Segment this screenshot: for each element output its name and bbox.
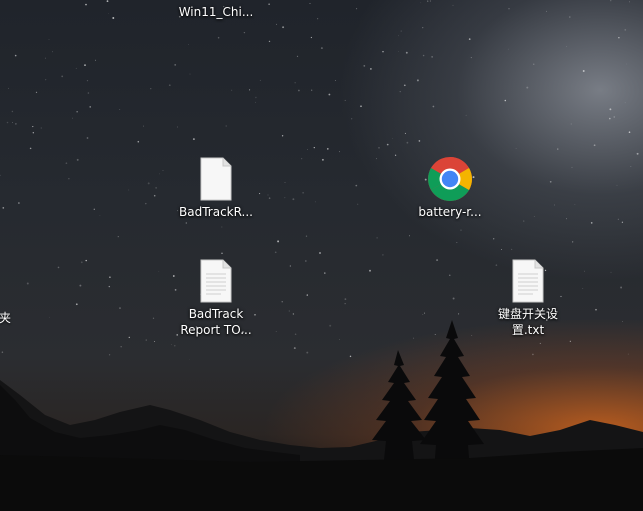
desktop-icon-label: 键盘开关设 置.txt xyxy=(497,307,558,337)
desktop-wallpaper: Win11_Chi... BadTrackR... battery-r... B… xyxy=(0,0,643,511)
desktop-icon-badtrack-report-file[interactable]: BadTrack Report TO... xyxy=(168,258,264,338)
desktop-icon-label: BadTrackR... xyxy=(179,205,253,219)
desktop-icon-keyboard-settings-file[interactable]: 键盘开关设 置.txt xyxy=(480,258,576,338)
desktop-icon-label: Win11_Chi... xyxy=(178,5,254,19)
desktop-icon-label: BadTrack Report TO... xyxy=(180,307,252,337)
desktop-icon-win11-folder[interactable]: Win11_Chi... xyxy=(168,2,264,20)
landscape-silhouette xyxy=(0,320,643,511)
desktop-icon-label: battery-r... xyxy=(418,205,482,219)
text-file-icon xyxy=(512,259,544,303)
text-file-icon xyxy=(200,259,232,303)
chrome-icon xyxy=(428,157,472,201)
desktop-icon-battery-report[interactable]: battery-r... xyxy=(402,156,498,220)
desktop-icon-partial-label[interactable]: 夹 xyxy=(0,310,11,326)
desktop-icon-badtrack-file[interactable]: BadTrackR... xyxy=(168,156,264,220)
text-file-icon xyxy=(200,157,232,201)
